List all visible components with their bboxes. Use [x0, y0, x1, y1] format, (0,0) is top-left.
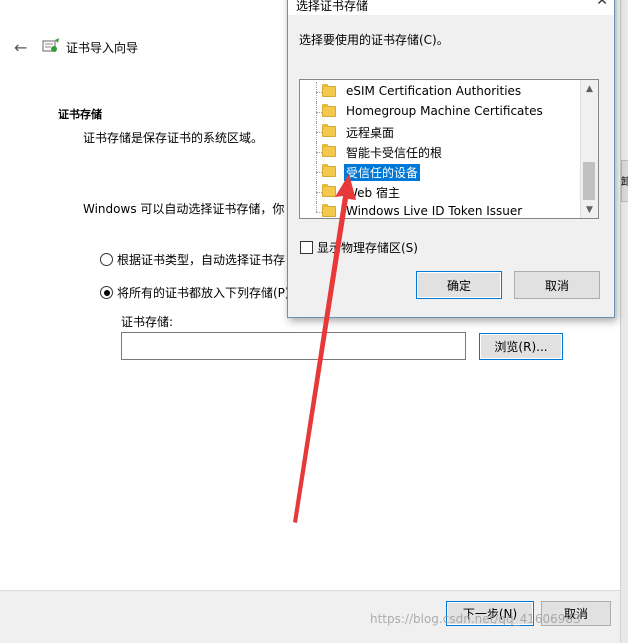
section-title: 证书存储 [58, 108, 102, 121]
dialog-title: 选择证书存储 [296, 0, 369, 13]
tree-item[interactable]: eSIM Certification Authorities [300, 82, 580, 102]
show-physical-stores-label: 显示物理存储区(S) [317, 241, 418, 255]
tree-item[interactable]: Web 宿主 [300, 182, 580, 202]
scroll-up-icon[interactable]: ▲ [581, 80, 598, 97]
tree-item-label: Homegroup Machine Certificates [346, 104, 543, 118]
auto-select-description: Windows 可以自动选择证书存储，你 [83, 202, 285, 216]
folder-icon [322, 144, 336, 157]
folder-icon [322, 164, 336, 177]
radio-place-all-label: 将所有的证书都放入下列存储(P) [117, 286, 290, 300]
folder-icon [322, 184, 336, 197]
store-label: 证书存储: [121, 315, 174, 329]
radio-place-all-circle[interactable] [100, 286, 113, 299]
watermark: https://blog.csdn.net/qq_41606983 [370, 612, 581, 626]
dialog-titlebar[interactable]: 选择证书存储 ✕ [288, 0, 614, 15]
folder-icon [322, 104, 336, 117]
tree-item-label: 智能卡受信任的根 [346, 146, 443, 160]
tree-item-label: 受信任的设备 [344, 164, 421, 181]
tree-line [316, 202, 318, 212]
folder-icon [322, 84, 336, 97]
show-physical-stores-checkbox[interactable] [300, 241, 313, 254]
tree-item[interactable]: 智能卡受信任的根 [300, 142, 580, 162]
radio-auto-circle[interactable] [100, 253, 113, 266]
radio-auto-select[interactable]: 根据证书类型，自动选择证书存 [100, 251, 285, 268]
tree-item-label: eSIM Certification Authorities [346, 84, 522, 98]
tree-scrollbar[interactable]: ▲ ▼ [580, 80, 598, 218]
tree-item-label: Windows Live ID Token Issuer [346, 204, 523, 218]
wizard-title: 证书导入向导 [66, 41, 139, 55]
folder-icon [322, 204, 336, 217]
dialog-cancel-button[interactable]: 取消 [514, 271, 600, 299]
tree-item-label: Web 宿主 [346, 186, 400, 200]
section-description: 证书存储是保存证书的系统区域。 [83, 131, 264, 145]
folder-icon [322, 124, 336, 137]
tree-item[interactable]: 受信任的设备 [300, 162, 580, 182]
certificate-store-tree[interactable]: Windows Live ID Token Issuer Web 宿主 受信任的设备… [299, 79, 599, 219]
ok-button[interactable]: 确定 [416, 271, 502, 299]
tree-item[interactable]: Windows Live ID Token Issuer [300, 202, 580, 218]
browse-button[interactable]: 浏览(R)... [479, 333, 563, 360]
back-arrow-icon[interactable]: ← [14, 38, 27, 57]
show-physical-stores-option[interactable]: 显示物理存储区(S) [300, 239, 418, 256]
scroll-down-icon[interactable]: ▼ [581, 201, 598, 218]
scroll-thumb[interactable] [583, 162, 595, 200]
background-window-text: 卸 [621, 177, 628, 188]
tree-item[interactable]: 远程桌面 [300, 122, 580, 142]
close-icon[interactable]: ✕ [596, 0, 608, 9]
tree-item-label: 远程桌面 [346, 126, 395, 140]
radio-place-all[interactable]: 将所有的证书都放入下列存储(P) [100, 284, 290, 301]
certificate-wizard-icon [42, 38, 60, 54]
select-certificate-store-dialog: 选择证书存储 ✕ 选择要使用的证书存储(C)。 Windows Live ID … [287, 0, 615, 318]
background-window-edge: 卸 [621, 160, 628, 202]
radio-auto-label: 根据证书类型，自动选择证书存 [117, 253, 286, 267]
dialog-prompt: 选择要使用的证书存储(C)。 [299, 33, 449, 47]
certificate-store-field[interactable] [121, 332, 466, 360]
tree-item[interactable]: Homegroup Machine Certificates [300, 102, 580, 122]
